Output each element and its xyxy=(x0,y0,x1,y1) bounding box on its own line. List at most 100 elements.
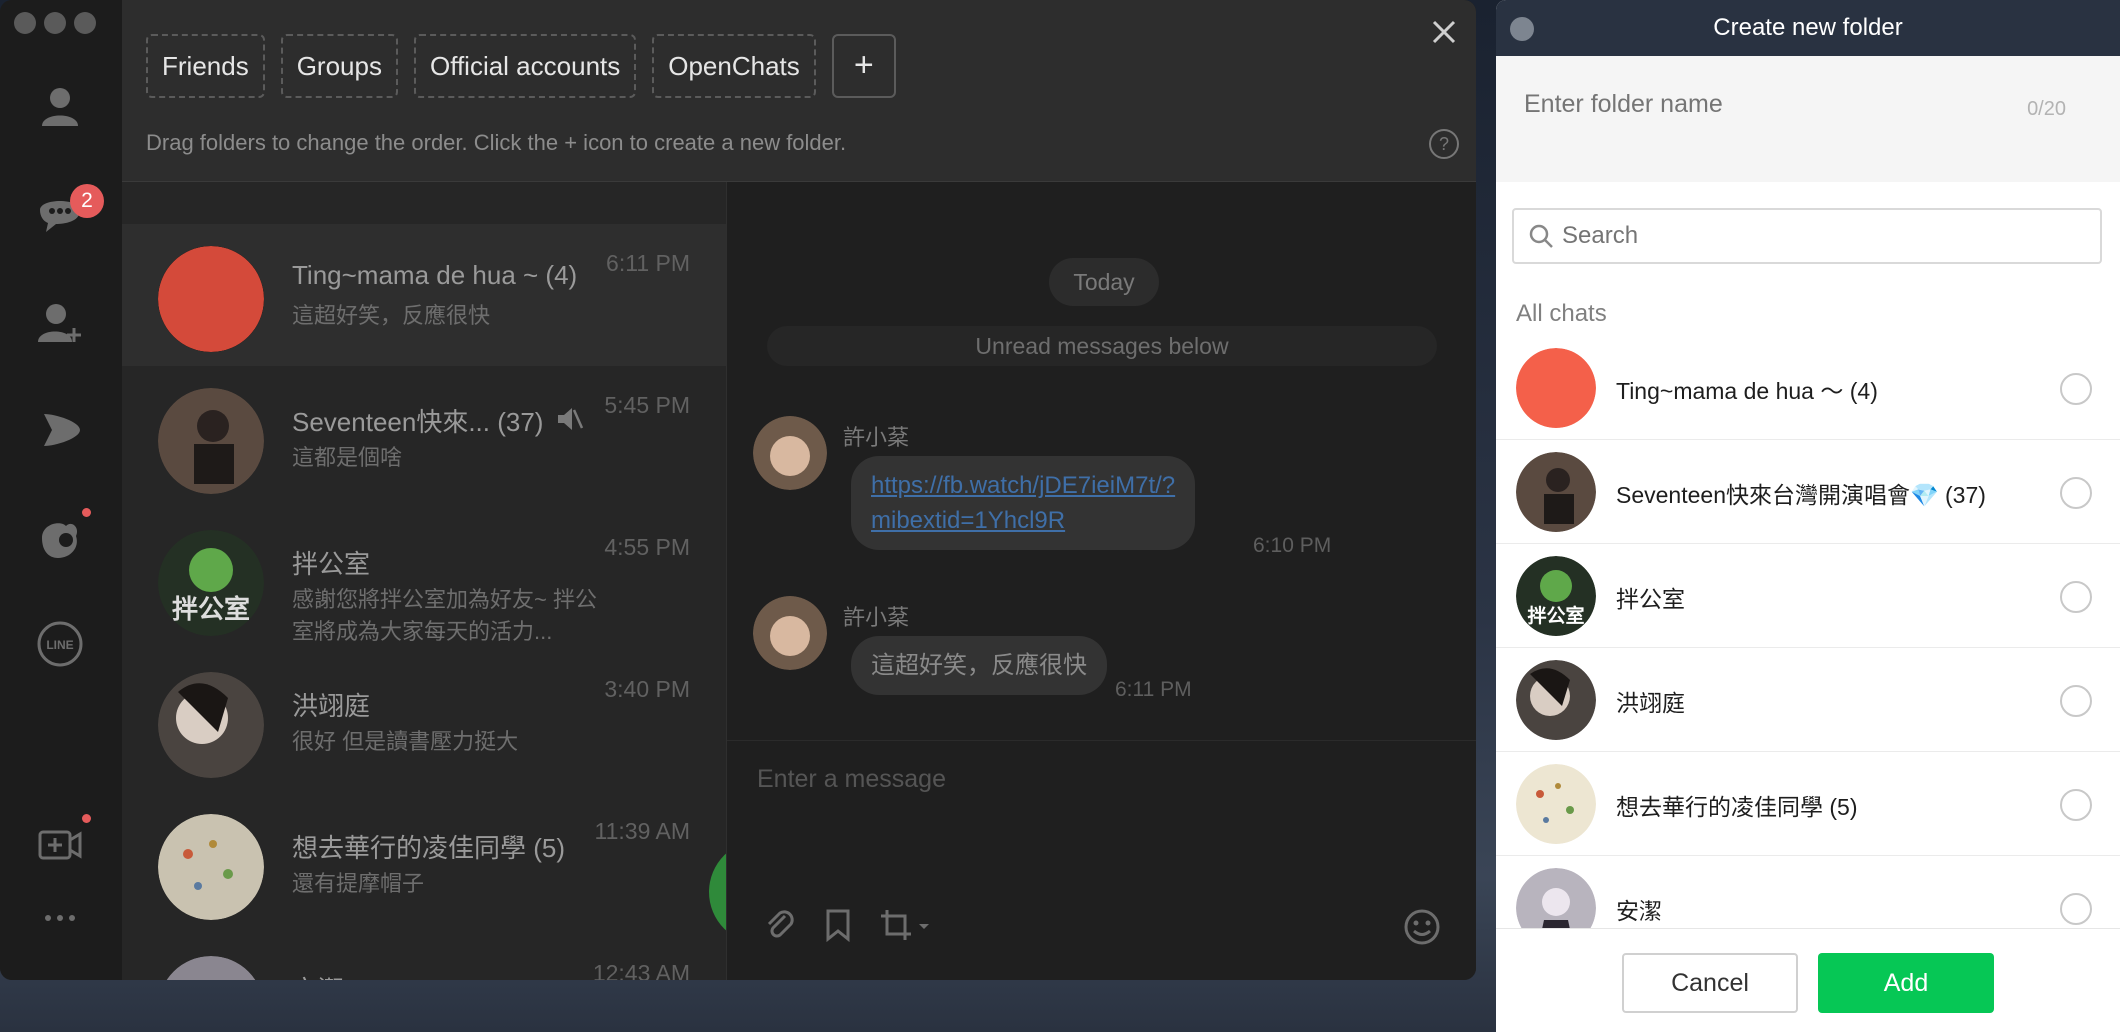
chat-list-item[interactable]: Seventeen快來... (37) 這都是個啥 5:45 PM xyxy=(122,366,726,508)
add-folder-button[interactable]: + xyxy=(831,34,896,98)
select-radio[interactable] xyxy=(2060,477,2092,509)
chat-name: Seventeen快來... (37) xyxy=(292,407,544,437)
attach-icon[interactable] xyxy=(763,908,797,942)
add-friend-icon[interactable] xyxy=(36,298,84,346)
create-folder-panel: Create new folder 0/20 All chats Ting~ma… xyxy=(1496,0,2120,1032)
panel-chat-name: 安潔 xyxy=(1616,898,1662,924)
window-close-button[interactable] xyxy=(14,12,36,34)
chat-list-item[interactable]: 拌公室 拌公室 感謝您將拌公室加為好友~ 拌公室將成為大家每天的活力... 4:… xyxy=(122,508,726,650)
search-input[interactable] xyxy=(1562,222,2062,250)
all-chats-label: All chats xyxy=(1516,300,1607,327)
chat-name: 安潔 xyxy=(292,970,344,980)
window-zoom-button[interactable] xyxy=(74,12,96,34)
message-bubble: https://fb.watch/jDE7ieiM7t/? mibextid=1… xyxy=(851,456,1196,550)
avatar[interactable] xyxy=(753,596,827,670)
select-radio[interactable] xyxy=(2060,685,2092,717)
avatar[interactable] xyxy=(753,416,827,490)
panel-chat-name: Ting~mama de hua ～ (4) xyxy=(1616,378,1878,404)
emoji-icon[interactable] xyxy=(1403,908,1441,946)
avatar xyxy=(1516,348,1596,428)
video-call-notification-dot xyxy=(82,814,91,823)
message-text: 這超好笑，反應很快 xyxy=(871,652,1087,679)
message-sender: 許小棻 xyxy=(843,425,910,450)
panel-chat-name: 想去華行的凌佳同學 (5) xyxy=(1616,794,1858,820)
chat-preview: 感謝您將拌公室加為好友~ 拌公室將成為大家每天的活力... xyxy=(292,587,597,644)
message-input[interactable]: Enter a message xyxy=(757,765,946,794)
folder-tab-official-accounts[interactable]: Official accounts xyxy=(413,34,637,98)
panel-footer: Cancel Add xyxy=(1496,928,2120,1032)
avatar xyxy=(1516,452,1596,532)
close-icon[interactable] xyxy=(1428,16,1460,48)
chat-time: 12:43 AM xyxy=(592,960,690,980)
keep-bookmark-icon[interactable] xyxy=(823,908,853,942)
select-radio[interactable] xyxy=(2060,789,2092,821)
chat-preview: 這都是個啥 xyxy=(292,445,403,470)
folder-tabs: Friends Groups Official accounts OpenCha… xyxy=(146,34,896,98)
video-call-icon[interactable] xyxy=(36,820,84,868)
line-main-window: 2 LINE Ting~mama de hua ~ (4) 這超好笑，反應很快 … xyxy=(0,0,1476,980)
chat-name: 想去華行的凌佳同學 (5) xyxy=(292,833,566,863)
date-divider: Today xyxy=(1049,258,1159,306)
chat-name: Ting~mama de hua ~ (4) xyxy=(292,260,578,290)
panel-title: Create new folder xyxy=(1713,14,1903,41)
window-controls xyxy=(14,12,96,34)
chat-time: 5:45 PM xyxy=(604,392,690,418)
avatar xyxy=(158,246,264,352)
message-link[interactable]: https://fb.watch/jDE7ieiM7t/? xyxy=(871,472,1175,499)
message-composer[interactable]: Enter a message xyxy=(727,740,1476,980)
chat-search-box[interactable] xyxy=(1512,208,2102,264)
chat-list-item[interactable]: 安潔 12:43 AM xyxy=(122,934,726,980)
help-icon[interactable]: ? xyxy=(1428,128,1460,160)
line-logo-icon[interactable]: LINE xyxy=(36,620,84,668)
chat-list-item[interactable]: 想去華行的凌佳同學 (5) 還有提摩帽子 11:39 AM xyxy=(122,792,726,934)
chat-preview: 這超好笑，反應很快 xyxy=(292,303,491,328)
panel-chat-row[interactable]: 想去華行的凌佳同學 (5) xyxy=(1496,752,2120,856)
panel-chat-row[interactable]: Ting~mama de hua ～ (4) xyxy=(1496,336,2120,440)
voom-icon[interactable] xyxy=(36,406,84,454)
chat-preview: 還有提摩帽子 xyxy=(292,871,425,896)
folder-editor-bar: Friends Groups Official accounts OpenCha… xyxy=(122,0,1476,182)
select-radio[interactable] xyxy=(2060,893,2092,925)
chat-time: 11:39 AM xyxy=(594,818,690,844)
avatar xyxy=(1516,660,1596,740)
mute-icon xyxy=(558,408,584,430)
chat-list-item[interactable]: Ting~mama de hua ~ (4) 這超好笑，反應很快 6:11 PM xyxy=(122,224,726,366)
chat-list-item[interactable]: 洪翊庭 很好 但是讀書壓力挺大 3:40 PM xyxy=(122,650,726,792)
composer-toolbar xyxy=(763,908,931,942)
search-icon xyxy=(1529,224,1553,248)
panel-chat-row[interactable]: 拌公室 拌公室 xyxy=(1496,544,2120,648)
panel-chat-name: 拌公室 xyxy=(1616,586,1685,612)
message-time: 6:11 PM xyxy=(1115,678,1192,701)
panel-chat-name: 洪翊庭 xyxy=(1616,690,1685,716)
panel-chat-row[interactable]: 洪翊庭 xyxy=(1496,648,2120,752)
folder-tab-friends[interactable]: Friends xyxy=(146,34,265,98)
add-button[interactable]: Add xyxy=(1818,953,1994,1013)
svg-text:拌公室: 拌公室 xyxy=(1527,604,1584,627)
folder-tab-groups[interactable]: Groups xyxy=(280,34,398,98)
avatar: 拌公室 xyxy=(158,530,264,636)
select-radio[interactable] xyxy=(2060,373,2092,405)
chat-time: 6:11 PM xyxy=(606,250,690,276)
openchat-icon[interactable] xyxy=(36,514,84,562)
folder-tab-openchats[interactable]: OpenChats xyxy=(652,34,816,98)
friends-icon[interactable] xyxy=(36,82,84,130)
folder-hint-text: Drag folders to change the order. Click … xyxy=(146,130,847,155)
svg-text:LINE: LINE xyxy=(46,638,73,652)
panel-chat-row[interactable]: 安潔 xyxy=(1496,856,2120,928)
screenshot-crop-icon[interactable] xyxy=(879,908,931,942)
chat-name: 洪翊庭 xyxy=(292,691,371,721)
window-minimize-button[interactable] xyxy=(44,12,66,34)
folder-name-input[interactable] xyxy=(1524,90,1984,119)
message-link[interactable]: mibextid=1Yhcl9R xyxy=(871,507,1065,534)
icon-rail: 2 LINE xyxy=(0,0,122,980)
more-icon[interactable] xyxy=(36,894,84,942)
panel-chat-name: Seventeen快來台灣開演唱會💎 (37) xyxy=(1616,482,1986,508)
cancel-button[interactable]: Cancel xyxy=(1622,953,1798,1013)
avatar xyxy=(1516,764,1596,844)
svg-text:?: ? xyxy=(1439,134,1449,154)
avatar xyxy=(158,814,264,920)
select-radio[interactable] xyxy=(2060,581,2092,613)
panel-chat-row[interactable]: Seventeen快來台灣開演唱會💎 (37) xyxy=(1496,440,2120,544)
svg-text:拌公室: 拌公室 xyxy=(172,594,250,625)
avatar xyxy=(158,956,264,980)
